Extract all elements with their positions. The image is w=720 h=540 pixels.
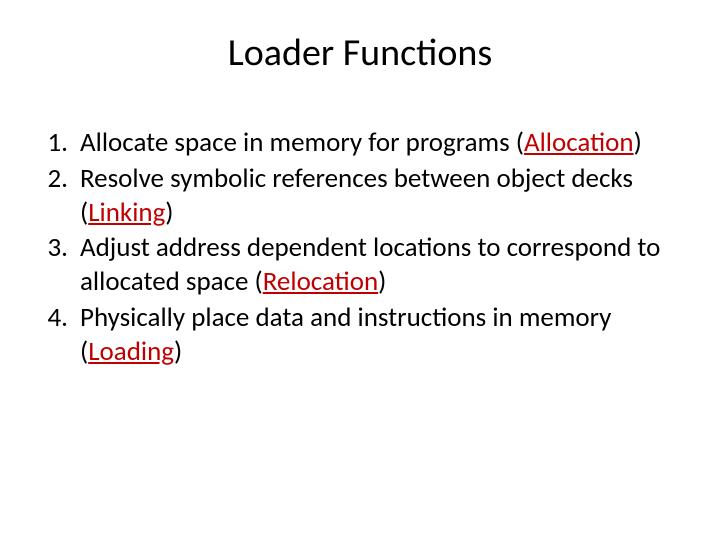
text-after: ) <box>634 126 642 159</box>
list-item: 4. Physically place data and instruction… <box>40 301 680 369</box>
list-item: 1. Allocate space in memory for programs… <box>40 126 680 160</box>
list-text: Allocate space in memory for programs (A… <box>80 126 680 160</box>
list-text: Adjust address dependent locations to co… <box>80 231 680 299</box>
list-number: 1. <box>40 126 80 160</box>
list-number: 2. <box>40 162 80 230</box>
list-number: 3. <box>40 231 80 299</box>
list-item: 2. Resolve symbolic references between o… <box>40 162 680 230</box>
text-before: Allocate space in memory for programs ( <box>80 126 524 159</box>
text-after: ) <box>165 196 173 229</box>
text-after: ) <box>378 265 386 298</box>
list-text: Resolve symbolic references between obje… <box>80 162 680 230</box>
keyword: Relocation <box>263 265 378 298</box>
list-item: 3. Adjust address dependent locations to… <box>40 231 680 299</box>
keyword: Loading <box>88 335 174 368</box>
keyword: Linking <box>88 196 165 229</box>
text-after: ) <box>174 335 182 368</box>
list-number: 4. <box>40 301 80 369</box>
list-text: Physically place data and instructions i… <box>80 301 680 369</box>
keyword: Allocation <box>524 126 634 159</box>
function-list: 1. Allocate space in memory for programs… <box>40 126 680 368</box>
slide-title: Loader Functions <box>40 30 680 76</box>
